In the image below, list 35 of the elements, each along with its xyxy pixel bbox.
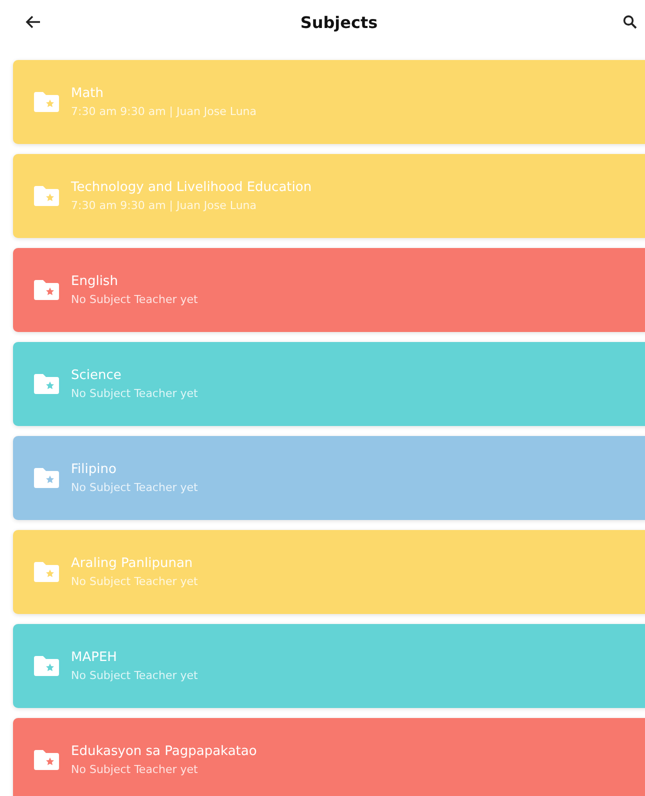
subject-name: MAPEH (71, 650, 118, 665)
subject-card[interactable]: Science No Subject Teacher yet (13, 342, 645, 426)
folder-star-icon (33, 561, 60, 583)
subject-detail: 7:30 am 9:30 am | Juan Jose Luna (71, 199, 258, 212)
folder-star-icon (33, 749, 60, 771)
folder-star-icon (33, 373, 60, 395)
subject-card[interactable]: Math 7:30 am 9:30 am | Juan Jose Luna (13, 60, 645, 144)
folder-star-icon (33, 279, 60, 301)
subject-name: English (71, 274, 119, 289)
folder-star-icon (33, 91, 60, 113)
subject-card[interactable]: Filipino No Subject Teacher yet (13, 436, 645, 520)
subject-detail: 7:30 am 9:30 am | Juan Jose Luna (71, 105, 257, 118)
subject-detail: No Subject Teacher yet (71, 293, 198, 306)
subject-name: Filipino (71, 462, 118, 477)
folder-star-icon (33, 655, 60, 677)
subject-name: Araling Panlipunan (71, 556, 194, 571)
folder-star-icon (33, 467, 60, 489)
subject-name: Edukasyon sa Pagpapakatao (71, 744, 257, 759)
subject-name: Science (71, 368, 122, 383)
subject-card[interactable]: MAPEH No Subject Teacher yet (13, 624, 645, 708)
subject-card[interactable]: English No Subject Teacher yet (13, 248, 645, 332)
subject-detail: No Subject Teacher yet (71, 763, 199, 776)
subject-detail: No Subject Teacher yet (71, 387, 198, 400)
search-icon[interactable] (622, 15, 637, 29)
subject-card[interactable]: Araling Panlipunan No Subject Teacher yet (13, 530, 645, 614)
subject-card[interactable]: Edukasyon sa Pagpapakatao No Subject Teacher yet (13, 718, 645, 796)
subject-detail: No Subject Teacher yet (71, 481, 198, 494)
subject-name: Technology and Livelihood Education (71, 180, 312, 195)
subject-detail: No Subject Teacher yet (71, 669, 198, 682)
subject-detail: No Subject Teacher yet (71, 575, 198, 588)
page-title: Subjects (300, 12, 378, 32)
back-arrow-icon[interactable] (25, 15, 41, 29)
subject-card[interactable]: Technology and Livelihood Education 7:30 am 9:30 am | Juan Jose Luna (13, 154, 645, 238)
subject-name: Math (71, 86, 105, 101)
folder-star-icon (33, 185, 60, 207)
